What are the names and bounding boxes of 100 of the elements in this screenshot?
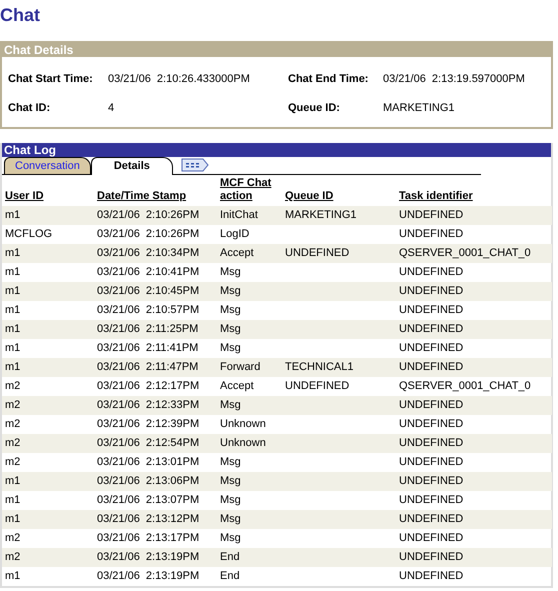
- column-header[interactable]: MCF Chat action: [217, 174, 282, 206]
- table-cell: m1: [5, 284, 20, 297]
- table-cell: UNDEFINED: [399, 208, 464, 221]
- field-value: 03/21/06 2:13:19.597000PM: [383, 72, 526, 86]
- field-value: 03/21/06 2:10:26.433000PM: [108, 72, 251, 86]
- table-cell: UNDEFINED: [285, 246, 350, 259]
- table-cell: 03/21/06 2:10:26PM: [97, 208, 200, 221]
- table-cell: QSERVER_0001_CHAT_0: [399, 246, 531, 259]
- table-cell: UNDEFINED: [399, 418, 464, 430]
- table-cell: UNDEFINED: [399, 494, 464, 506]
- field-label: Chat End Time:: [288, 72, 370, 86]
- table-cell: 03/21/06 2:11:47PM: [97, 360, 198, 373]
- table-cell: m1: [5, 570, 20, 582]
- table-cell: UNDEFINED: [399, 550, 464, 563]
- table-cell: 03/21/06 2:10:57PM: [97, 304, 200, 316]
- table-cell: Accept: [220, 246, 254, 259]
- table-cell: 03/21/06 2:12:33PM: [97, 398, 200, 411]
- table-cell: Msg: [220, 474, 241, 487]
- table-cell: 03/21/06 2:10:34PM: [97, 246, 200, 259]
- table-cell: Forward: [220, 360, 260, 373]
- table-cell: UNDEFINED: [399, 342, 464, 354]
- table-cell: m2: [5, 380, 20, 392]
- table-cell: Unknown: [220, 418, 266, 430]
- page-title: Chat: [0, 4, 40, 26]
- panel-header: Chat Log: [2, 142, 551, 156]
- table-cell: 03/21/06 2:10:45PM: [97, 284, 200, 297]
- table-cell: Accept: [220, 380, 254, 392]
- table-cell: 03/21/06 2:13:07PM: [97, 494, 200, 506]
- tab[interactable]: Details: [90, 156, 173, 174]
- table-cell: TECHNICAL1: [285, 360, 354, 373]
- table-cell: 03/21/06 2:13:12PM: [97, 512, 200, 525]
- table-cell: 03/21/06 2:13:01PM: [97, 456, 200, 468]
- table-cell: QSERVER_0001_CHAT_0: [399, 380, 531, 392]
- table-cell: Msg: [220, 532, 241, 544]
- table-cell: 03/21/06 2:10:26PM: [97, 228, 200, 240]
- table-cell: Msg: [220, 322, 241, 335]
- table-cell: Msg: [220, 342, 241, 354]
- table-cell: UNDEFINED: [399, 456, 464, 468]
- table-cell: UNDEFINED: [399, 266, 464, 278]
- field-label: Chat ID:: [8, 101, 52, 116]
- table-cell: m1: [5, 494, 20, 506]
- table-cell: 03/21/06 2:13:19PM: [97, 550, 200, 563]
- table-cell: UNDEFINED: [399, 322, 464, 335]
- table-cell: m2: [5, 436, 20, 449]
- table-cell: UNDEFINED: [399, 360, 464, 373]
- table-cell: LogID: [220, 228, 250, 240]
- table-cell: UNDEFINED: [399, 474, 464, 487]
- table-cell: Msg: [220, 398, 241, 411]
- table-cell: End: [220, 570, 240, 582]
- table-cell: UNDEFINED: [399, 304, 464, 316]
- table-cell: UNDEFINED: [399, 512, 464, 525]
- table-cell: Msg: [220, 512, 241, 525]
- column-header[interactable]: Date/Time Stamp: [94, 174, 217, 206]
- table-cell: m1: [5, 322, 20, 335]
- table-cell: InitChat: [220, 208, 258, 221]
- table-cell: m1: [5, 304, 20, 316]
- field-value: MARKETING1: [383, 101, 456, 116]
- column-header[interactable]: User ID: [2, 174, 94, 206]
- panel-header: Chat Details: [2, 42, 551, 56]
- table-cell: m1: [5, 360, 20, 373]
- column-header[interactable]: Task identifier: [396, 174, 552, 206]
- tab[interactable]: Conversation: [4, 156, 91, 174]
- table-cell: m1: [5, 208, 20, 221]
- table-cell: MCFLOG: [5, 228, 52, 240]
- table-cell: UNDEFINED: [399, 398, 464, 411]
- table-cell: MARKETING1: [285, 208, 357, 221]
- table-cell: m2: [5, 418, 20, 430]
- table-cell: m1: [5, 342, 20, 354]
- table-cell: Msg: [220, 266, 241, 278]
- table-cell: UNDEFINED: [285, 380, 350, 392]
- table-cell: m1: [5, 266, 20, 278]
- table-cell: 03/21/06 2:12:54PM: [97, 436, 200, 449]
- table-cell: UNDEFINED: [399, 436, 464, 449]
- table-cell: m2: [5, 550, 20, 563]
- field-label: Chat Start Time:: [8, 72, 94, 86]
- table-cell: 03/21/06 2:11:25PM: [97, 322, 198, 335]
- table-cell: m2: [5, 532, 20, 544]
- field-value: 4: [108, 101, 116, 116]
- table-cell: 03/21/06 2:13:19PM: [97, 570, 200, 582]
- field-label: Queue ID:: [288, 101, 341, 116]
- table-cell: m2: [5, 456, 20, 468]
- table-cell: 03/21/06 2:12:17PM: [97, 380, 200, 392]
- table-cell: Msg: [220, 304, 241, 316]
- show-all-columns-icon[interactable]: [180, 158, 209, 172]
- table-cell: 03/21/06 2:13:17PM: [97, 532, 200, 544]
- table-cell: UNDEFINED: [399, 570, 464, 582]
- table-cell: 03/21/06 2:13:06PM: [97, 474, 200, 487]
- table-cell: UNDEFINED: [399, 228, 464, 240]
- table-cell: 03/21/06 2:12:39PM: [97, 418, 200, 430]
- column-header[interactable]: Queue ID: [282, 174, 396, 206]
- table-cell: m1: [5, 246, 20, 259]
- table-cell: UNDEFINED: [399, 532, 464, 544]
- table-cell: Unknown: [220, 436, 266, 449]
- table-cell: 03/21/06 2:10:41PM: [97, 266, 200, 278]
- table-cell: m1: [5, 474, 20, 487]
- table-cell: m2: [5, 398, 20, 411]
- table-cell: Msg: [220, 456, 241, 468]
- table-cell: Msg: [220, 494, 241, 506]
- table-cell: Msg: [220, 284, 241, 297]
- table-cell: 03/21/06 2:11:41PM: [97, 342, 198, 354]
